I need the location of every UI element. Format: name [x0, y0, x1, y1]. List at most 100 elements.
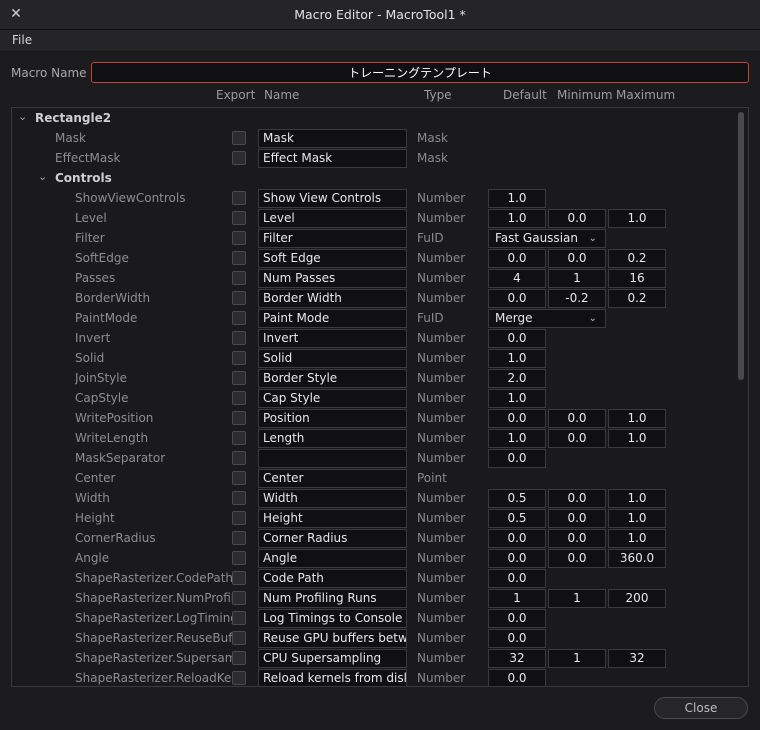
maximum-value-field[interactable]: 1.0 [608, 529, 666, 548]
minimum-value-field[interactable]: 1 [548, 269, 606, 288]
parameter-name-field[interactable]: Level [258, 209, 407, 228]
minimum-value-field[interactable]: 0.0 [548, 249, 606, 268]
export-checkbox[interactable] [232, 191, 246, 205]
maximum-value-field[interactable]: 360.0 [608, 549, 666, 568]
close-button[interactable]: Close [654, 697, 748, 719]
maximum-value-field[interactable]: 0.2 [608, 249, 666, 268]
export-checkbox[interactable] [232, 211, 246, 225]
parameter-name-field[interactable]: Center [258, 469, 407, 488]
maximum-value-field[interactable]: 1.0 [608, 429, 666, 448]
parameter-name-field[interactable]: Border Width [258, 289, 407, 308]
maximum-value-field[interactable]: 1.0 [608, 509, 666, 528]
parameter-tree[interactable]: ⌄ Rectangle2 ⌄ Controls Mask Mask Mask Effe… [11, 107, 749, 687]
export-checkbox[interactable] [232, 571, 246, 585]
export-checkbox[interactable] [232, 491, 246, 505]
default-value-field[interactable]: 0.5 [488, 509, 546, 528]
export-checkbox[interactable] [232, 591, 246, 605]
maximum-value-field[interactable]: 1.0 [608, 409, 666, 428]
parameter-name-field[interactable]: Cap Style [258, 389, 407, 408]
export-checkbox[interactable] [232, 651, 246, 665]
tree-group-rectangle2[interactable]: ⌄ Rectangle2 [12, 108, 740, 128]
default-value-field[interactable]: 1 [488, 589, 546, 608]
macro-name-input[interactable] [91, 62, 749, 83]
parameter-name-field[interactable]: Corner Radius [258, 529, 407, 548]
export-checkbox[interactable] [232, 631, 246, 645]
default-dropdown[interactable]: Fast Gaussian ⌄ [488, 229, 606, 248]
default-value-field[interactable]: 0.5 [488, 489, 546, 508]
maximum-value-field[interactable]: 200 [608, 589, 666, 608]
export-checkbox[interactable] [232, 311, 246, 325]
default-value-field[interactable]: 0.0 [488, 329, 546, 348]
parameter-name-field[interactable]: Angle [258, 549, 407, 568]
export-checkbox[interactable] [232, 411, 246, 425]
export-checkbox[interactable] [232, 391, 246, 405]
parameter-name-field[interactable]: Filter [258, 229, 407, 248]
parameter-name-field[interactable]: Length [258, 429, 407, 448]
parameter-name-field[interactable]: Num Profiling Runs [258, 589, 407, 608]
default-value-field[interactable]: 1.0 [488, 209, 546, 228]
maximum-value-field[interactable]: 16 [608, 269, 666, 288]
minimum-value-field[interactable]: 1 [548, 649, 606, 668]
parameter-name-field[interactable]: CPU Supersampling [258, 649, 407, 668]
parameter-name-field[interactable]: Log Timings to Console (c [258, 609, 407, 628]
parameter-name-field[interactable]: Position [258, 409, 407, 428]
parameter-name-field[interactable]: Border Style [258, 369, 407, 388]
parameter-name-field[interactable]: Num Passes [258, 269, 407, 288]
default-value-field[interactable]: 1.0 [488, 349, 546, 368]
export-checkbox[interactable] [232, 511, 246, 525]
export-checkbox[interactable] [232, 671, 246, 685]
export-checkbox[interactable] [232, 611, 246, 625]
chevron-down-icon[interactable]: ⌄ [18, 110, 27, 123]
menu-file[interactable]: File [12, 33, 32, 47]
parameter-name-field[interactable]: Reuse GPU buffers betwe [258, 629, 407, 648]
parameter-name-field[interactable]: Solid [258, 349, 407, 368]
maximum-value-field[interactable]: 1.0 [608, 489, 666, 508]
parameter-name-field[interactable]: Invert [258, 329, 407, 348]
default-value-field[interactable]: 2.0 [488, 369, 546, 388]
minimum-value-field[interactable]: 0.0 [548, 409, 606, 428]
parameter-name-field[interactable]: Height [258, 509, 407, 528]
maximum-value-field[interactable]: 32 [608, 649, 666, 668]
maximum-value-field[interactable]: 0.2 [608, 289, 666, 308]
export-checkbox[interactable] [232, 231, 246, 245]
minimum-value-field[interactable]: 1 [548, 589, 606, 608]
default-value-field[interactable]: 1.0 [488, 389, 546, 408]
export-checkbox[interactable] [232, 251, 246, 265]
default-value-field[interactable]: 0.0 [488, 289, 546, 308]
default-value-field[interactable]: 0.0 [488, 409, 546, 428]
maximum-value-field[interactable]: 1.0 [608, 209, 666, 228]
default-value-field[interactable]: 0.0 [488, 669, 546, 686]
export-checkbox[interactable] [232, 371, 246, 385]
parameter-name-field[interactable]: Mask [258, 129, 407, 148]
export-checkbox[interactable] [232, 471, 246, 485]
export-checkbox[interactable] [232, 451, 246, 465]
default-value-field[interactable]: 1.0 [488, 429, 546, 448]
default-dropdown[interactable]: Merge ⌄ [488, 309, 606, 328]
minimum-value-field[interactable]: 0.0 [548, 429, 606, 448]
default-value-field[interactable]: 0.0 [488, 249, 546, 268]
minimum-value-field[interactable]: 0.0 [548, 489, 606, 508]
parameter-name-field[interactable]: Soft Edge [258, 249, 407, 268]
default-value-field[interactable]: 4 [488, 269, 546, 288]
parameter-name-field[interactable]: Width [258, 489, 407, 508]
minimum-value-field[interactable]: 0.0 [548, 549, 606, 568]
default-value-field[interactable]: 0.0 [488, 629, 546, 648]
parameter-name-field[interactable]: Code Path [258, 569, 407, 588]
export-checkbox[interactable] [232, 291, 246, 305]
export-checkbox[interactable] [232, 531, 246, 545]
export-checkbox[interactable] [232, 331, 246, 345]
tree-group-controls[interactable]: ⌄ Controls [12, 168, 740, 188]
parameter-name-field[interactable]: Show View Controls [258, 189, 407, 208]
scrollbar[interactable] [738, 112, 744, 380]
minimum-value-field[interactable]: 0.0 [548, 209, 606, 228]
export-checkbox[interactable] [232, 351, 246, 365]
export-checkbox[interactable] [232, 151, 246, 165]
chevron-down-icon[interactable]: ⌄ [38, 170, 47, 183]
parameter-name-field[interactable] [258, 449, 407, 468]
export-checkbox[interactable] [232, 271, 246, 285]
default-value-field[interactable]: 0.0 [488, 529, 546, 548]
export-checkbox[interactable] [232, 551, 246, 565]
minimum-value-field[interactable]: -0.2 [548, 289, 606, 308]
parameter-name-field[interactable]: Effect Mask [258, 149, 407, 168]
export-checkbox[interactable] [232, 131, 246, 145]
